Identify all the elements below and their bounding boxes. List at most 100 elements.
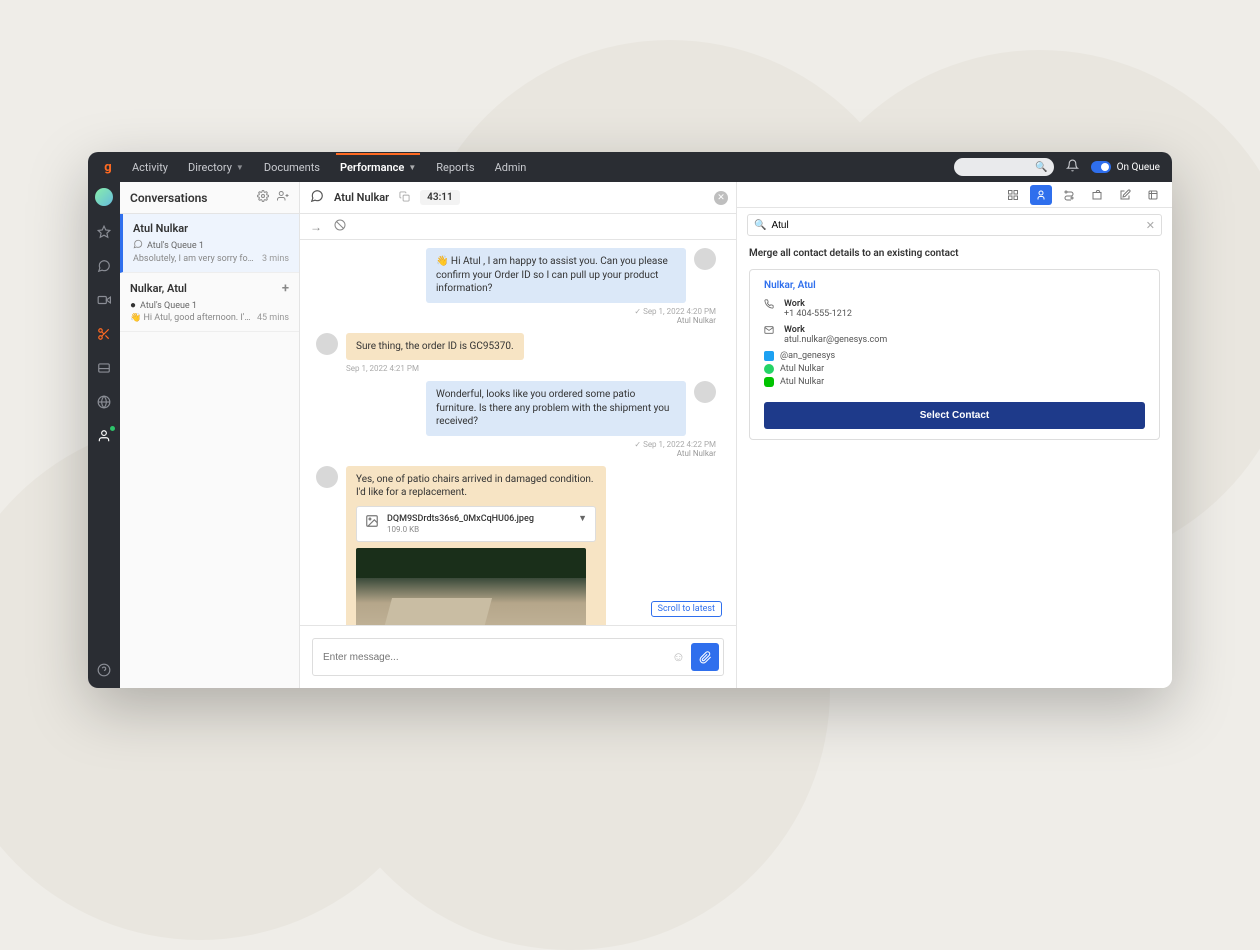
conversation-item-preview: Absolutely, I am very sorry for the ... … bbox=[133, 254, 289, 264]
message-bubble-customer: Yes, one of patio chairs arrived in dama… bbox=[346, 466, 606, 626]
message-bubble-agent: Wonderful, looks like you ordered some p… bbox=[426, 381, 686, 436]
line-icon bbox=[764, 377, 774, 387]
messenger-icon: ● bbox=[130, 300, 136, 311]
chat-messages: 👋 Hi Atul , I am happy to assist you. Ca… bbox=[300, 240, 736, 625]
message-bubble-agent: 👋 Hi Atul , I am happy to assist you. Ca… bbox=[426, 248, 686, 303]
conversation-item-queue: Atul's Queue 1 bbox=[133, 239, 289, 252]
contact-whatsapp-row: Atul Nulkar bbox=[764, 364, 1145, 374]
message-row: Sure thing, the order ID is GC95370. bbox=[316, 333, 716, 361]
tab-notes-icon[interactable] bbox=[1114, 185, 1136, 205]
contact-card: Nulkar, Atul Work +1 404-555-1212 bbox=[749, 269, 1160, 440]
nav-admin[interactable]: Admin bbox=[495, 161, 527, 174]
brand-logo[interactable]: g bbox=[100, 159, 116, 175]
message-row: Wonderful, looks like you ordered some p… bbox=[316, 381, 716, 436]
avatar bbox=[316, 466, 338, 488]
message-row: 👋 Hi Atul , I am happy to assist you. Ca… bbox=[316, 248, 716, 303]
attach-button[interactable] bbox=[691, 643, 719, 671]
add-user-icon[interactable] bbox=[277, 190, 289, 205]
conversation-item[interactable]: Nulkar, Atul + ● Atul's Queue 1 👋 Hi Atu… bbox=[120, 273, 299, 332]
global-search[interactable]: 🔍 bbox=[954, 158, 1054, 176]
contact-twitter-row: @an_genesys bbox=[764, 351, 1145, 361]
avatar bbox=[694, 248, 716, 270]
close-button[interactable]: ✕ bbox=[714, 191, 728, 205]
chat-input-box: ☺ bbox=[312, 638, 724, 676]
phone-icon bbox=[764, 299, 776, 312]
help-icon[interactable] bbox=[96, 662, 112, 678]
tab-responses-icon[interactable] bbox=[1086, 185, 1108, 205]
copy-icon[interactable] bbox=[399, 191, 410, 205]
contact-search-input[interactable] bbox=[771, 220, 1145, 231]
message-bubble-customer: Sure thing, the order ID is GC95370. bbox=[346, 333, 524, 361]
search-icon: 🔍 bbox=[1035, 162, 1047, 173]
left-rail bbox=[88, 182, 120, 688]
message-meta: ✓ Sep 1, 2022 4:22 PM Atul Nulkar bbox=[316, 440, 716, 458]
nav-performance[interactable]: Performance ▼ bbox=[340, 161, 416, 174]
tab-profile-icon[interactable] bbox=[1002, 185, 1024, 205]
chat-header: Atul Nulkar 43:11 ✕ bbox=[300, 182, 736, 214]
whatsapp-icon bbox=[133, 239, 143, 252]
clear-icon[interactable]: ✕ bbox=[1146, 219, 1155, 232]
right-panel: 🔍 ✕ Merge all contact details to an exis… bbox=[737, 182, 1172, 688]
message-text: Yes, one of patio chairs arrived in dama… bbox=[356, 473, 596, 500]
image-icon bbox=[365, 514, 379, 534]
attachment-card[interactable]: DQM9SDrdts36s6_0MxCqHU06.jpeg 109.0 KB ▼ bbox=[356, 506, 596, 543]
globe-icon[interactable] bbox=[96, 394, 112, 410]
select-contact-button[interactable]: Select Contact bbox=[764, 402, 1145, 429]
search-icon: 🔍 bbox=[754, 220, 766, 231]
contact-email-row: Work atul.nulkar@genesys.com bbox=[764, 325, 1145, 345]
transfer-icon[interactable]: → bbox=[310, 220, 322, 234]
caret-down-icon: ▼ bbox=[408, 163, 416, 172]
conversations-panel: Conversations Atul Nulkar Atul's Queue 1 bbox=[120, 182, 300, 688]
message-meta: Sep 1, 2022 4:21 PM bbox=[346, 364, 716, 373]
contact-phone-row: Work +1 404-555-1212 bbox=[764, 299, 1145, 319]
video-icon[interactable] bbox=[96, 292, 112, 308]
tab-schedule-icon[interactable] bbox=[1142, 185, 1164, 205]
chat-contact-name: Atul Nulkar bbox=[334, 191, 389, 204]
emoji-icon[interactable]: ☺ bbox=[672, 649, 685, 665]
conversation-item-preview: 👋 Hi Atul, good afternoon. I'll b... 45 … bbox=[130, 313, 289, 323]
favorites-icon[interactable] bbox=[96, 224, 112, 240]
plus-icon[interactable]: + bbox=[282, 281, 289, 296]
nav-directory[interactable]: Directory ▼ bbox=[188, 161, 244, 174]
tab-contact-icon[interactable] bbox=[1030, 185, 1052, 205]
chevron-down-icon[interactable]: ▼ bbox=[578, 513, 587, 525]
whatsapp-icon bbox=[764, 364, 774, 374]
conversation-item-queue: ● Atul's Queue 1 bbox=[130, 300, 289, 311]
merge-label: Merge all contact details to an existing… bbox=[737, 242, 1172, 265]
conversation-item-name: Nulkar, Atul + bbox=[130, 281, 289, 296]
chat-input-area: ☺ bbox=[300, 625, 736, 688]
nav-documents[interactable]: Documents bbox=[264, 161, 320, 174]
nav-reports[interactable]: Reports bbox=[436, 161, 474, 174]
contact-name-link[interactable]: Nulkar, Atul bbox=[764, 280, 1145, 291]
attachment-image[interactable] bbox=[356, 548, 586, 625]
tab-journey-icon[interactable] bbox=[1058, 185, 1080, 205]
app-window: g Activity Directory ▼ Documents Perform… bbox=[88, 152, 1172, 688]
contact-search-row: 🔍 ✕ bbox=[737, 208, 1172, 242]
caret-down-icon: ▼ bbox=[236, 163, 244, 172]
agent-icon[interactable] bbox=[96, 428, 112, 444]
nav-activity[interactable]: Activity bbox=[132, 161, 168, 174]
notifications-icon[interactable] bbox=[1066, 159, 1079, 176]
settings-icon[interactable] bbox=[257, 190, 269, 205]
contact-search-box: 🔍 ✕ bbox=[747, 214, 1162, 236]
avatar bbox=[316, 333, 338, 355]
user-avatar[interactable] bbox=[95, 188, 113, 206]
twitter-icon bbox=[764, 351, 774, 361]
scroll-to-latest-button[interactable]: Scroll to latest bbox=[651, 601, 722, 617]
nav-directory-label: Directory bbox=[188, 161, 232, 174]
topbar: g Activity Directory ▼ Documents Perform… bbox=[88, 152, 1172, 182]
message-input[interactable] bbox=[323, 652, 672, 663]
contact-line-row: Atul Nulkar bbox=[764, 377, 1145, 387]
block-icon[interactable] bbox=[334, 219, 346, 234]
chat-icon[interactable] bbox=[96, 258, 112, 274]
conversation-item-active[interactable]: Atul Nulkar Atul's Queue 1 Absolutely, I… bbox=[120, 214, 299, 273]
scissors-icon[interactable] bbox=[96, 326, 112, 342]
chat-timer: 43:11 bbox=[420, 190, 460, 205]
on-queue-toggle[interactable] bbox=[1091, 161, 1111, 173]
message-meta: ✓ Sep 1, 2022 4:20 PM Atul Nulkar bbox=[316, 307, 716, 325]
email-icon bbox=[764, 325, 776, 338]
chat-toolbar: → bbox=[300, 214, 736, 240]
inbox-icon[interactable] bbox=[96, 360, 112, 376]
on-queue-label: On Queue bbox=[1117, 162, 1160, 173]
attachment-meta: DQM9SDrdts36s6_0MxCqHU06.jpeg 109.0 KB bbox=[387, 513, 534, 536]
